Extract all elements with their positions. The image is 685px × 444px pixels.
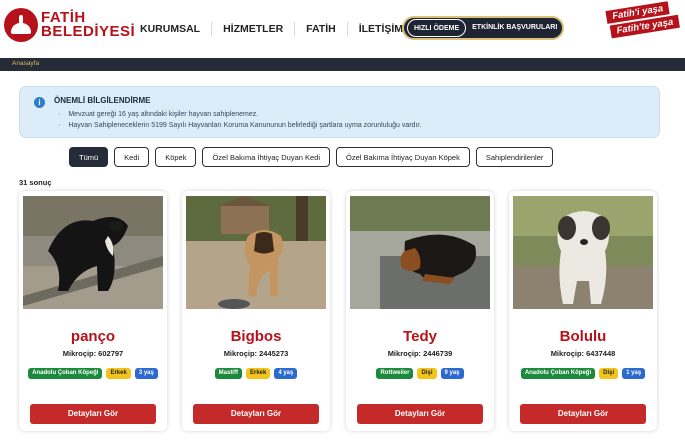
breed-tag: Rottweiler (376, 368, 414, 379)
age-tag: 3 yaş (134, 368, 158, 379)
details-button[interactable]: Detayları Gör (357, 404, 483, 424)
pet-photo (186, 196, 326, 309)
pet-card[interactable]: panço Mikroçip: 602797 Anadolu Çoban Köp… (19, 191, 167, 431)
site-header: FATİH BELEDİYESİ KURUMSAL HİZMETLER FATİ… (0, 0, 685, 56)
main-nav: KURUMSAL HİZMETLER FATİH İLETİŞİM (140, 22, 434, 36)
quick-links: HIZLI ÖDEME ETKİNLİK BAŞVURULARI (402, 16, 564, 40)
pet-name: Bigbos (230, 328, 282, 345)
breed-tag: Mastiff (214, 368, 242, 379)
filter-bar: Tümü Kedi Köpek Özel Bakıma İhtiyaç Duya… (69, 147, 554, 167)
nav-hizmetler[interactable]: HİZMETLER (212, 22, 296, 36)
result-count: 31 sonuç (19, 178, 52, 187)
slogan-badge: Fatih'i yaşa Fatih'te yaşa (601, 1, 681, 49)
pet-tags: Anadolu Çoban Köpeği Erkek 3 yaş (19, 368, 167, 379)
quick-pay-button[interactable]: HIZLI ÖDEME (407, 19, 467, 37)
pet-name: panço (70, 328, 116, 345)
pet-photo (350, 196, 490, 309)
breed-tag: Anadolu Çoban Köpeği (520, 368, 596, 379)
filter-adopted[interactable]: Sahiplendirilenler (475, 147, 554, 167)
pet-card[interactable]: Bolulu Mikroçip: 6437448 Anadolu Çoban K… (509, 191, 657, 431)
logo-line2: BELEDİYESİ (41, 23, 136, 40)
info-icon: i (34, 97, 45, 108)
pet-microchip: Mikroçip: 602797 (62, 349, 124, 358)
breadcrumb-home[interactable]: Anasayfa (12, 60, 39, 67)
age-tag: 1 yaş (622, 368, 646, 379)
sex-tag: Erkek (245, 368, 271, 379)
age-tag: 4 yaş (274, 368, 298, 379)
pet-tags: Rottweiler Dişi 9 yaş (346, 368, 494, 379)
event-applications-button[interactable]: ETKİNLİK BAŞVURULARI (466, 19, 563, 37)
nav-fatih[interactable]: FATİH (295, 22, 348, 36)
breed-tag: Anadolu Çoban Köpeği (28, 368, 103, 379)
info-title: ÖNEMLİ BİLGİLENDİRME (54, 96, 151, 105)
pet-microchip: Mikroçip: 2445273 (223, 349, 289, 358)
fatih-logo[interactable]: FATİH BELEDİYESİ (4, 8, 135, 42)
filter-cat[interactable]: Kedi (114, 147, 150, 167)
sex-tag: Erkek (106, 368, 131, 379)
breadcrumb: Anasayfa (0, 58, 685, 71)
sex-tag: Dişi (417, 368, 437, 379)
pet-tags: Anadolu Çoban Köpeği Dişi 1 yaş (509, 368, 657, 379)
filter-all[interactable]: Tümü (69, 147, 109, 167)
pet-name: Bolulu (559, 328, 607, 345)
details-button[interactable]: Detayları Gör (193, 404, 319, 424)
pet-card[interactable]: Bigbos Mikroçip: 2445273 Mastiff Erkek 4… (182, 191, 330, 431)
age-tag: 9 yaş (440, 368, 464, 379)
filter-dog[interactable]: Köpek (155, 147, 197, 167)
details-button[interactable]: Detayları Gör (520, 404, 646, 424)
pet-photo (513, 196, 653, 309)
pet-name: Tedy (403, 328, 437, 345)
pet-card[interactable]: Tedy Mikroçip: 2446739 Rottweiler Dişi 9… (346, 191, 494, 431)
pet-tags: Mastiff Erkek 4 yaş (182, 368, 330, 379)
sex-tag: Dişi (599, 368, 619, 379)
info-item: Mevzuat gereği 16 yaş altındaki kişiler … (58, 109, 421, 120)
pet-microchip: Mikroçip: 2446739 (387, 349, 453, 358)
info-list: Mevzuat gereği 16 yaş altındaki kişiler … (58, 109, 421, 131)
mosque-logo-icon (4, 8, 38, 42)
info-item: Hayvan Sahipleneceklerin 5199 Sayılı Hay… (58, 120, 421, 131)
nav-kurumsal[interactable]: KURUMSAL (140, 22, 213, 36)
pet-microchip: Mikroçip: 6437448 (550, 349, 616, 358)
pet-photo (23, 196, 163, 309)
info-alert: i ÖNEMLİ BİLGİLENDİRME Mevzuat gereği 16… (19, 86, 660, 138)
details-button[interactable]: Detayları Gör (30, 404, 156, 424)
filter-special-cat[interactable]: Özel Bakıma İhtiyaç Duyan Kedi (202, 147, 331, 167)
filter-special-dog[interactable]: Özel Bakıma İhtiyaç Duyan Köpek (336, 147, 470, 167)
